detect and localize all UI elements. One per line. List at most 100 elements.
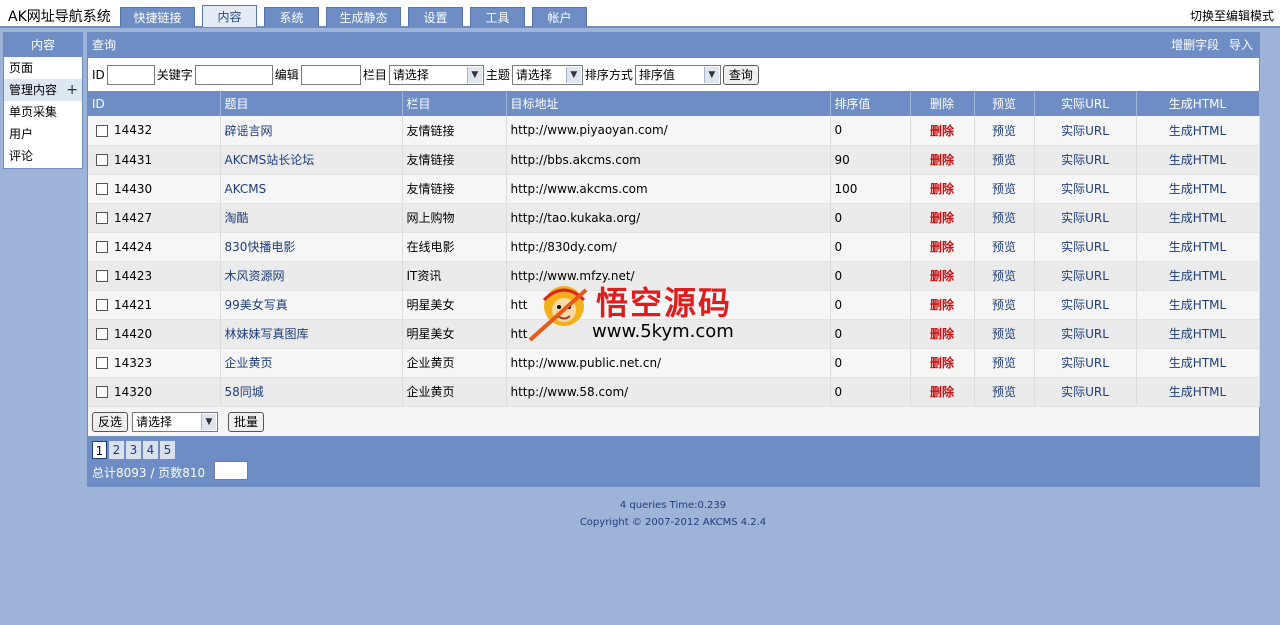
table-row: 14323 企业黄页 企业黄页 http://www.public.net.cn/0 删… (88, 348, 1260, 378)
row-realurl-link[interactable]: 实际URL (1061, 153, 1109, 167)
page-link[interactable]: 5 (160, 441, 175, 459)
tab-quick-links[interactable]: 快捷链接 (120, 7, 195, 27)
row-preview-link[interactable]: 预览 (992, 124, 1016, 138)
row-preview-link[interactable]: 预览 (992, 356, 1016, 370)
row-realurl-link[interactable]: 实际URL (1061, 269, 1109, 283)
row-html-link[interactable]: 生成HTML (1169, 269, 1226, 283)
row-delete-link[interactable]: 删除 (930, 182, 954, 196)
tab-settings[interactable]: 设置 (408, 7, 463, 27)
row-html-link[interactable]: 生成HTML (1169, 124, 1226, 138)
page-link[interactable]: 2 (109, 441, 124, 459)
row-checkbox[interactable] (96, 299, 108, 311)
page-jump-input[interactable] (214, 461, 248, 480)
row-realurl-link[interactable]: 实际URL (1061, 298, 1109, 312)
row-sort: 0 (834, 384, 843, 399)
row-checkbox[interactable] (96, 386, 108, 398)
col-header-sort[interactable]: 排序值 (830, 91, 911, 116)
row-title-link[interactable]: 99美女写真 (225, 298, 288, 312)
editor-input[interactable] (300, 64, 361, 85)
col-header-url[interactable]: 目标地址 (506, 91, 831, 116)
row-preview-link[interactable]: 预览 (992, 153, 1016, 167)
row-checkbox[interactable] (96, 357, 108, 369)
row-html-link[interactable]: 生成HTML (1169, 327, 1226, 341)
id-input[interactable] (106, 64, 155, 85)
sidebar-item-pages[interactable]: 页面 (4, 57, 82, 79)
row-delete-link[interactable]: 删除 (930, 327, 954, 341)
tab-system[interactable]: 系统 (264, 7, 319, 27)
manage-fields-link[interactable]: 增删字段 (1171, 38, 1219, 52)
plus-icon[interactable]: + (66, 79, 78, 101)
page-link[interactable]: 3 (126, 441, 141, 459)
row-checkbox[interactable] (96, 212, 108, 224)
row-title-link[interactable]: 淘酷 (225, 211, 249, 225)
row-title-link[interactable]: 辟谣言网 (225, 124, 273, 138)
row-checkbox[interactable] (96, 328, 108, 340)
sidebar-item-comments[interactable]: 评论 (4, 145, 82, 167)
row-realurl-link[interactable]: 实际URL (1061, 385, 1109, 399)
row-preview-link[interactable]: 预览 (992, 211, 1016, 225)
invert-selection-button[interactable]: 反选 (92, 411, 129, 432)
row-delete-link[interactable]: 删除 (930, 124, 954, 138)
row-html-link[interactable]: 生成HTML (1169, 211, 1226, 225)
row-realurl-link[interactable]: 实际URL (1061, 356, 1109, 370)
col-header-column[interactable]: 栏目 (402, 91, 507, 116)
row-checkbox[interactable] (96, 124, 108, 137)
row-delete-link[interactable]: 删除 (930, 298, 954, 312)
page-link[interactable]: 1 (92, 441, 107, 459)
row-html-link[interactable]: 生成HTML (1169, 182, 1226, 196)
row-preview-link[interactable]: 预览 (992, 298, 1016, 312)
row-delete-link[interactable]: 删除 (930, 269, 954, 283)
row-delete-link[interactable]: 删除 (930, 385, 954, 399)
row-preview-link[interactable]: 预览 (992, 269, 1016, 283)
row-realurl-link[interactable]: 实际URL (1061, 327, 1109, 341)
sort-select[interactable]: 排序值 ▼ (634, 64, 721, 85)
row-realurl-link[interactable]: 实际URL (1061, 182, 1109, 196)
batch-button[interactable]: 批量 (228, 411, 265, 432)
table-cell: 删除 (910, 319, 975, 349)
row-realurl-link[interactable]: 实际URL (1061, 240, 1109, 254)
column-select[interactable]: 请选择 ▼ (388, 64, 484, 85)
import-link[interactable]: 导入 (1229, 38, 1253, 52)
row-html-link[interactable]: 生成HTML (1169, 153, 1226, 167)
row-title-link[interactable]: 林妹妹写真图库 (225, 327, 309, 341)
keyword-input[interactable] (194, 64, 273, 85)
tab-generate-static[interactable]: 生成静态 (326, 7, 401, 27)
sidebar-item-users[interactable]: 用户 (4, 123, 82, 145)
page-link[interactable]: 4 (143, 441, 158, 459)
edit-mode-link[interactable]: 切换至编辑模式 (1190, 7, 1274, 24)
row-title-link[interactable]: AKCMS站长论坛 (225, 153, 315, 167)
row-checkbox[interactable] (96, 154, 108, 166)
row-realurl-link[interactable]: 实际URL (1061, 124, 1109, 138)
row-checkbox[interactable] (96, 270, 108, 282)
row-delete-link[interactable]: 删除 (930, 356, 954, 370)
row-preview-link[interactable]: 预览 (992, 327, 1016, 341)
row-html-link[interactable]: 生成HTML (1169, 356, 1226, 370)
row-title-link[interactable]: 企业黄页 (225, 356, 273, 370)
row-html-link[interactable]: 生成HTML (1169, 240, 1226, 254)
row-title-link[interactable]: 木风资源网 (225, 269, 285, 283)
row-delete-link[interactable]: 删除 (930, 240, 954, 254)
row-preview-link[interactable]: 预览 (992, 240, 1016, 254)
row-delete-link[interactable]: 删除 (930, 153, 954, 167)
row-html-link[interactable]: 生成HTML (1169, 385, 1226, 399)
row-html-link[interactable]: 生成HTML (1169, 298, 1226, 312)
col-header-title[interactable]: 题目 (220, 91, 403, 116)
row-delete-link[interactable]: 删除 (930, 211, 954, 225)
topic-select[interactable]: 请选择 ▼ (511, 64, 583, 85)
sidebar-item-page-collect[interactable]: 单页采集 (4, 101, 82, 123)
row-checkbox[interactable] (96, 183, 108, 195)
row-title-link[interactable]: AKCMS (225, 182, 267, 196)
row-checkbox[interactable] (96, 241, 108, 253)
col-header-id[interactable]: ID (88, 91, 221, 116)
tab-content[interactable]: 内容 (202, 5, 257, 27)
bulk-action-select[interactable]: 请选择 ▼ (132, 411, 219, 432)
row-preview-link[interactable]: 预览 (992, 385, 1016, 399)
tab-tools[interactable]: 工具 (470, 7, 525, 27)
row-realurl-link[interactable]: 实际URL (1061, 211, 1109, 225)
search-button[interactable]: 查询 (722, 64, 759, 85)
tab-account[interactable]: 帐户 (532, 7, 587, 27)
row-title-link[interactable]: 830快播电影 (225, 240, 296, 254)
row-preview-link[interactable]: 预览 (992, 182, 1016, 196)
row-title-link[interactable]: 58同城 (225, 385, 264, 399)
sidebar-item-manage-content[interactable]: 管理内容 + (4, 79, 82, 101)
